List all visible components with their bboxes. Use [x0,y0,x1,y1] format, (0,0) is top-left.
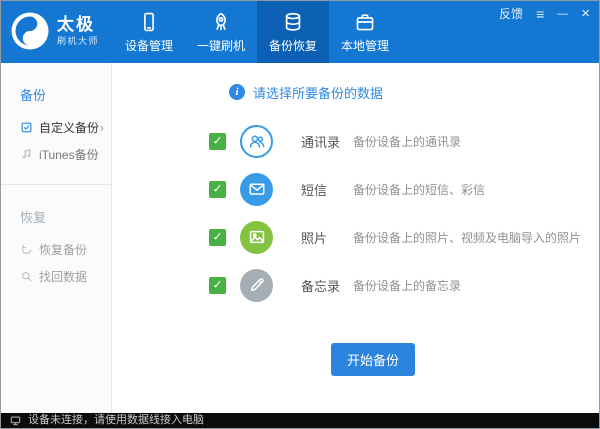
sidebar: 备份 自定义备份 iTunes备份 恢复 恢复备份 找回数据 [1,63,112,413]
sidebar-item-custom-backup[interactable]: 自定义备份 [1,114,111,141]
sidebar-item-label: 自定义备份 [39,119,99,136]
menu-icon[interactable] [536,7,544,21]
sidebar-item-itunes-backup[interactable]: iTunes备份 [1,141,111,168]
sidebar-item-label: iTunes备份 [39,146,99,163]
sms-checkbox[interactable] [209,181,226,198]
content-panel: 请选择所要备份的数据 通讯录 备份设备上的通讯录 短信 备份设备上的短信、彩信 … [112,63,599,413]
tab-backup[interactable]: 备份恢复 [257,1,329,63]
app-logo: 太极 刷机大师 [10,11,99,51]
topbar: 太极 刷机大师 设备管理 一键刷机 备份恢复 本地管理 反馈 [1,1,599,63]
taiji-logo-icon [10,11,50,51]
backup-item-memos: 备忘录 备份设备上的备忘录 [209,261,599,309]
photos-checkbox[interactable] [209,229,226,246]
main-nav: 设备管理 一键刷机 备份恢复 本地管理 [113,1,401,63]
photo-icon [240,221,273,254]
monitor-icon [10,415,22,427]
statusbar: 设备未连接，请使用数据线接入电脑 [1,413,599,428]
memos-checkbox[interactable] [209,277,226,294]
app-window: 太极 刷机大师 设备管理 一键刷机 备份恢复 本地管理 反馈 备份 自定义备份 … [0,0,600,429]
info-icon [229,84,245,100]
database-icon [282,11,304,33]
backup-item-label: 照片 [301,228,353,247]
phone-icon [138,11,160,33]
backup-item-description: 备份设备上的照片、视频及电脑导入的照片 [353,229,581,246]
checklist-icon [20,121,33,134]
tab-local[interactable]: 本地管理 [329,1,401,63]
backup-item-photos: 照片 备份设备上的照片、视频及电脑导入的照片 [209,213,599,261]
tab-label: 一键刷机 [197,37,245,54]
content-header-text: 请选择所要备份的数据 [253,83,383,102]
sidebar-section-backup: 备份 自定义备份 iTunes备份 [1,63,111,168]
music-note-icon [20,148,33,161]
rocket-icon [210,11,232,33]
magnifier-icon [20,270,33,283]
tab-device[interactable]: 设备管理 [113,1,185,63]
app-subtitle: 刷机大师 [57,34,99,47]
backup-item-description: 备份设备上的短信、彩信 [353,181,485,198]
status-text: 设备未连接，请使用数据线接入电脑 [28,415,204,426]
sidebar-item-recover-data[interactable]: 找回数据 [1,263,111,290]
backup-item-contacts: 通讯录 备份设备上的通讯录 [209,117,599,165]
sidebar-item-restore-backup[interactable]: 恢复备份 [1,236,111,263]
contacts-checkbox[interactable] [209,133,226,150]
backup-item-list: 通讯录 备份设备上的通讯录 短信 备份设备上的短信、彩信 照片 备份设备上的照片… [209,117,599,309]
restore-arrow-icon [20,243,33,256]
window-body: 备份 自定义备份 iTunes备份 恢复 恢复备份 找回数据 请选择所要备份的数… [1,63,599,413]
pencil-icon [240,269,273,302]
sidebar-section-title: 恢复 [1,207,111,226]
backup-item-sms: 短信 备份设备上的短信、彩信 [209,165,599,213]
close-icon[interactable] [581,6,590,21]
backup-item-label: 短信 [301,180,353,199]
backup-item-label: 通讯录 [301,132,353,151]
content-header: 请选择所要备份的数据 [229,83,599,101]
backup-item-label: 备忘录 [301,276,353,295]
logo-text: 太极 刷机大师 [57,15,99,48]
start-backup-button[interactable]: 开始备份 [331,343,415,376]
sidebar-item-label: 恢复备份 [39,241,87,258]
tab-label: 设备管理 [125,37,173,54]
window-controls: 反馈 [499,6,590,21]
chevron-right-icon [100,120,104,135]
app-title: 太极 [57,15,99,35]
sidebar-section-restore: 恢复 恢复备份 找回数据 [1,184,111,290]
sidebar-section-items: 自定义备份 iTunes备份 [1,114,111,168]
minimize-icon[interactable] [557,7,568,20]
envelope-icon [240,173,273,206]
tab-flash[interactable]: 一键刷机 [185,1,257,63]
sidebar-section-title: 备份 [1,85,111,104]
tab-label: 备份恢复 [269,37,317,54]
backup-item-description: 备份设备上的备忘录 [353,277,461,294]
sidebar-section-items: 恢复备份 找回数据 [1,236,111,290]
backup-item-description: 备份设备上的通讯录 [353,133,461,150]
contacts-icon [240,125,273,158]
feedback-link[interactable]: 反馈 [499,8,523,20]
tab-label: 本地管理 [341,37,389,54]
toolbox-icon [354,11,376,33]
sidebar-item-label: 找回数据 [39,268,87,285]
